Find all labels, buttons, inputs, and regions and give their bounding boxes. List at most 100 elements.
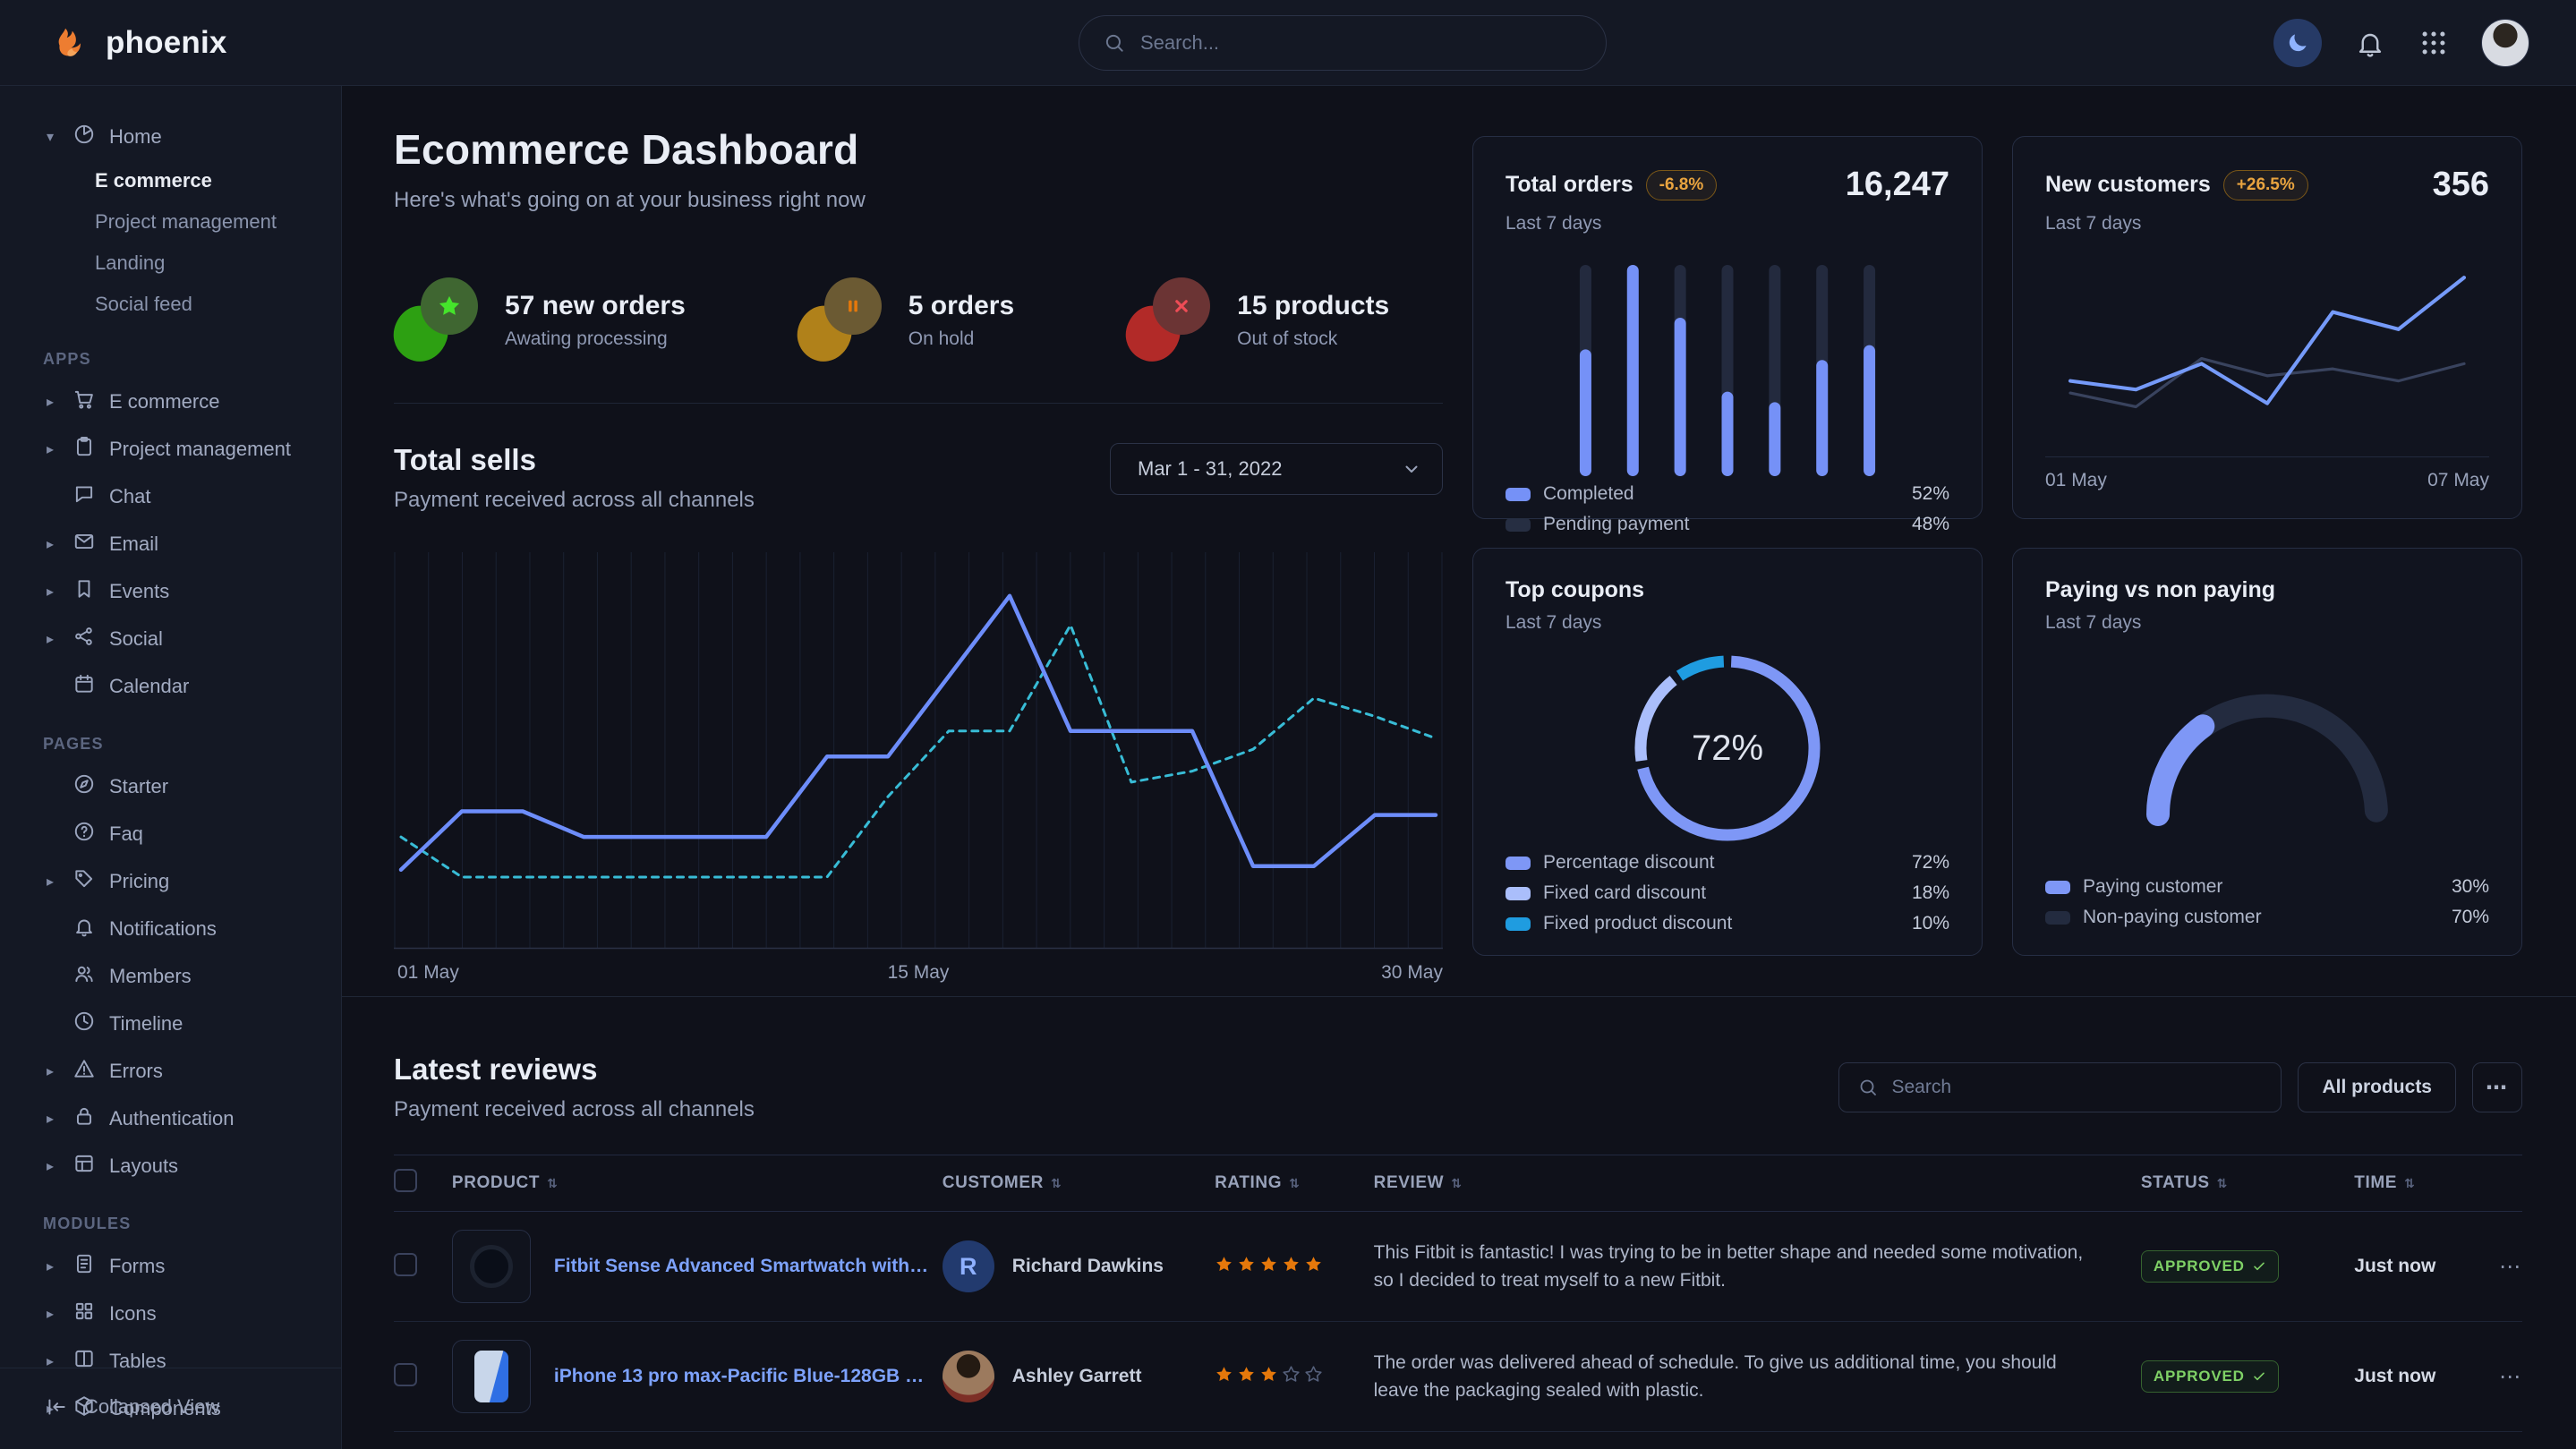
grid4-icon bbox=[73, 1300, 96, 1323]
product-thumbnail[interactable] bbox=[452, 1230, 531, 1303]
new-customers-xaxis: 01 May 07 May bbox=[2045, 456, 2489, 491]
sidebar-item-events[interactable]: ▸Events bbox=[41, 567, 323, 615]
caret-right-icon: ▸ bbox=[41, 873, 59, 891]
apps-menu-button[interactable] bbox=[2418, 28, 2449, 58]
star-filled-icon bbox=[1237, 1255, 1256, 1274]
top-coupons-period: Last 7 days bbox=[1506, 612, 1949, 634]
users-icon bbox=[73, 962, 96, 985]
new-customers-value: 356 bbox=[2433, 166, 2489, 204]
sort-icon: ⇅ bbox=[2404, 1176, 2415, 1190]
legend-item: Non-paying customer 70% bbox=[2045, 907, 2489, 928]
column-rating[interactable]: RATING⇅ bbox=[1215, 1155, 1374, 1212]
stat-caption: On hold bbox=[908, 328, 1014, 350]
stat-caption: Out of stock bbox=[1237, 328, 1389, 350]
reviews-more-button[interactable]: ⋯ bbox=[2472, 1062, 2522, 1112]
customer-name: Ashley Garrett bbox=[1012, 1366, 1142, 1387]
column-product[interactable]: PRODUCT⇅ bbox=[452, 1155, 943, 1212]
dashboard-left-column: Ecommerce Dashboard Here's what's going … bbox=[394, 125, 1443, 987]
column-status[interactable]: STATUS⇅ bbox=[2141, 1155, 2354, 1212]
row-actions-button[interactable]: ⋯ bbox=[2499, 1365, 2522, 1389]
stat-value: 15 products bbox=[1237, 291, 1389, 321]
sort-icon: ⇅ bbox=[1289, 1176, 1300, 1190]
sidebar-item-forms[interactable]: ▸Forms bbox=[41, 1242, 323, 1290]
sidebar-item-calendar[interactable]: Calendar bbox=[41, 662, 323, 710]
sidebar-section-label: PAGES bbox=[43, 735, 323, 754]
notifications-button[interactable] bbox=[2354, 27, 2386, 59]
sidebar-subitem-e-commerce[interactable]: E commerce bbox=[95, 160, 323, 201]
collapse-sidebar-button[interactable]: Collapsed View bbox=[0, 1368, 341, 1449]
paying-legend: Paying customer 30% Non-paying customer … bbox=[2045, 876, 2489, 928]
theme-toggle-button[interactable] bbox=[2273, 19, 2322, 67]
row-checkbox[interactable] bbox=[394, 1363, 417, 1386]
stat-blob-icon bbox=[1126, 277, 1212, 363]
legend-value: 52% bbox=[1912, 483, 1949, 505]
stat-value: 57 new orders bbox=[505, 291, 686, 321]
column-customer[interactable]: CUSTOMER⇅ bbox=[943, 1155, 1215, 1212]
column-time[interactable]: TIME⇅ bbox=[2354, 1155, 2477, 1212]
sidebar-item-faq[interactable]: Faq bbox=[41, 810, 323, 857]
caret-right-icon: ▸ bbox=[41, 440, 59, 458]
bookmark-icon bbox=[73, 577, 96, 601]
new-customers-badge: +26.5% bbox=[2223, 170, 2308, 200]
reviews-search[interactable] bbox=[1838, 1062, 2282, 1112]
sidebar-subitem-social-feed[interactable]: Social feed bbox=[95, 284, 323, 325]
sidebar-subitem-project-management[interactable]: Project management bbox=[95, 201, 323, 243]
navbar-actions bbox=[2273, 0, 2529, 86]
sidebar-item-icons[interactable]: ▸Icons bbox=[41, 1290, 323, 1337]
caret-right-icon: ▸ bbox=[41, 1062, 59, 1080]
sort-icon: ⇅ bbox=[2217, 1176, 2228, 1190]
review-text: The order was delivered ahead of schedul… bbox=[1374, 1349, 2090, 1405]
sidebar-item-layouts[interactable]: ▸Layouts bbox=[41, 1142, 323, 1189]
chevron-down-icon bbox=[1401, 458, 1422, 480]
brand[interactable]: phoenix bbox=[0, 22, 342, 64]
global-search-input[interactable] bbox=[1140, 31, 1582, 55]
sidebar-item-pricing[interactable]: ▸Pricing bbox=[41, 857, 323, 905]
phoenix-logo-icon bbox=[50, 22, 91, 64]
total-orders-value: 16,247 bbox=[1846, 166, 1949, 204]
sidebar-item-authentication[interactable]: ▸Authentication bbox=[41, 1095, 323, 1142]
sidebar-item-starter[interactable]: Starter bbox=[41, 763, 323, 810]
date-range-value: Mar 1 - 31, 2022 bbox=[1138, 457, 1282, 481]
question-icon bbox=[73, 820, 96, 843]
sidebar-item-timeline[interactable]: Timeline bbox=[41, 1000, 323, 1047]
sidebar-item-members[interactable]: Members bbox=[41, 952, 323, 1000]
product-thumbnail[interactable] bbox=[452, 1340, 531, 1413]
sidebar-item-e-commerce[interactable]: ▸E commerce bbox=[41, 378, 323, 425]
caret-right-icon: ▸ bbox=[41, 630, 59, 648]
product-link[interactable]: iPhone 13 pro max-Pacific Blue-128GB sto… bbox=[554, 1366, 930, 1387]
total-sells-xaxis: 01 May 15 May 30 May bbox=[394, 962, 1443, 987]
brand-name: phoenix bbox=[106, 25, 227, 61]
row-actions-button[interactable]: ⋯ bbox=[2499, 1255, 2522, 1279]
sidebar-subitem-landing[interactable]: Landing bbox=[95, 243, 323, 284]
sidebar-item-social[interactable]: ▸Social bbox=[41, 615, 323, 662]
select-all-checkbox[interactable] bbox=[394, 1169, 417, 1192]
sidebar-item-email[interactable]: ▸Email bbox=[41, 520, 323, 567]
row-checkbox[interactable] bbox=[394, 1253, 417, 1276]
sidebar-item-notifications[interactable]: Notifications bbox=[41, 905, 323, 952]
latest-reviews-section: Latest reviews Payment received across a… bbox=[342, 996, 2576, 1449]
grid-nine-dots-icon bbox=[2418, 28, 2449, 58]
global-search[interactable] bbox=[1079, 15, 1607, 71]
sidebar-item-home[interactable]: ▾Home bbox=[41, 113, 323, 160]
share-icon bbox=[73, 625, 96, 648]
caret-right-icon: ▸ bbox=[41, 1257, 59, 1275]
legend-item: Fixed card discount 18% bbox=[1506, 882, 1949, 904]
sidebar-item-chat[interactable]: Chat bbox=[41, 473, 323, 520]
legend-label: Paying customer bbox=[2083, 876, 2222, 898]
tag-icon bbox=[73, 867, 96, 891]
user-avatar[interactable] bbox=[2481, 19, 2529, 67]
sidebar-item-project-management[interactable]: ▸Project management bbox=[41, 425, 323, 473]
total-orders-card: Total orders -6.8% 16,247 Last 7 days Co… bbox=[1472, 136, 1983, 519]
new-customers-period: Last 7 days bbox=[2045, 213, 2489, 234]
kpi-cards: Total orders -6.8% 16,247 Last 7 days Co… bbox=[1472, 136, 2522, 956]
check-icon bbox=[2252, 1369, 2266, 1384]
top-coupons-title: Top coupons bbox=[1506, 577, 1644, 603]
all-products-button[interactable]: All products bbox=[2298, 1062, 2456, 1112]
gauge-chart bbox=[2124, 661, 2410, 831]
product-link[interactable]: Fitbit Sense Advanced Smartwatch with To… bbox=[554, 1256, 930, 1277]
column-review[interactable]: REVIEW⇅ bbox=[1374, 1155, 2141, 1212]
date-range-select[interactable]: Mar 1 - 31, 2022 bbox=[1110, 443, 1443, 495]
total-orders-title: Total orders bbox=[1506, 172, 1633, 198]
sidebar-item-errors[interactable]: ▸Errors bbox=[41, 1047, 323, 1095]
reviews-search-input[interactable] bbox=[1891, 1077, 2263, 1098]
